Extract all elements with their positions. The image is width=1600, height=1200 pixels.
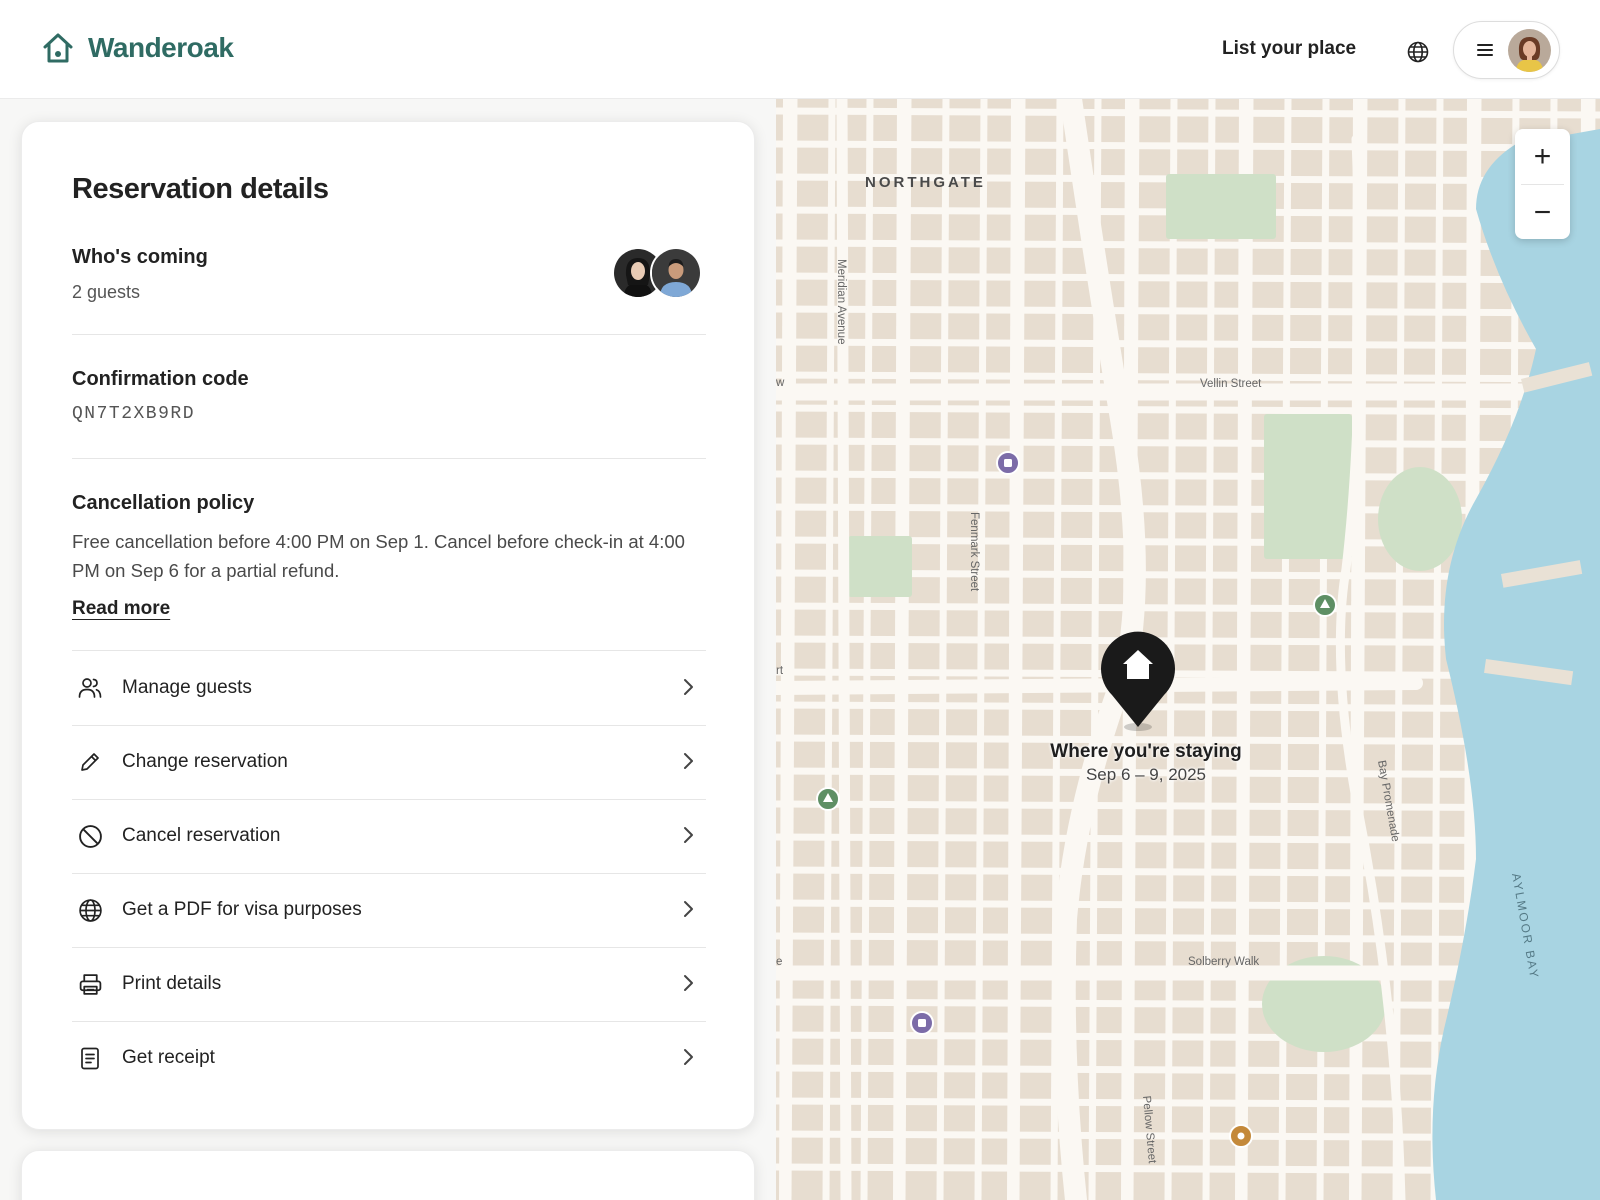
pencil-icon	[75, 747, 105, 777]
zoom-controls: + −	[1515, 129, 1570, 239]
visa-pdf-button[interactable]: Get a PDF for visa purposes	[72, 873, 706, 947]
print-details-button[interactable]: Print details	[72, 947, 706, 1021]
street-label: rt	[776, 665, 784, 677]
food-marker-icon[interactable]	[1229, 1124, 1253, 1148]
park	[848, 536, 912, 597]
cancellation-policy-text: Free cancellation before 4:00 PM on Sep …	[72, 531, 685, 581]
park	[1264, 414, 1352, 559]
home-icon	[43, 33, 73, 63]
brand-name: Wanderoak	[88, 32, 234, 63]
receipt-icon	[75, 1043, 105, 1073]
menu-icon	[1477, 44, 1493, 56]
change-reservation-button[interactable]: Change reservation	[72, 725, 706, 799]
divider	[72, 458, 706, 459]
chevron-right-icon	[684, 753, 693, 769]
language-button[interactable]	[1398, 32, 1438, 72]
brand-logo[interactable]: Wanderoak	[40, 30, 234, 66]
chevron-right-icon	[684, 1049, 693, 1065]
read-more-link[interactable]: Read more	[72, 598, 170, 620]
manage-guests-button[interactable]: Manage guests	[72, 651, 706, 725]
avatar	[650, 247, 702, 299]
cancellation-label: Cancellation policy	[72, 492, 255, 514]
chevron-right-icon	[684, 901, 693, 917]
confirmation-code: QN7T2XB9RD	[72, 404, 196, 424]
chevron-right-icon	[684, 679, 693, 695]
map-view[interactable]: NORTHGATE Meridian Avenue Vellin Street …	[776, 99, 1600, 1200]
action-label: Get a PDF for visa purposes	[122, 899, 362, 920]
action-label: Manage guests	[122, 677, 252, 698]
chevron-right-icon	[684, 827, 693, 843]
action-label: Cancel reservation	[122, 825, 281, 846]
street-label: Solberry Walk	[1188, 956, 1259, 968]
park	[1166, 174, 1276, 239]
cancel-reservation-button[interactable]: Cancel reservation	[72, 799, 706, 873]
top-header: Wanderoak List your place	[0, 0, 1600, 99]
user-menu-button[interactable]	[1453, 21, 1560, 79]
globe-icon	[1407, 41, 1429, 63]
action-label: Print details	[122, 973, 222, 994]
printer-icon	[75, 969, 105, 999]
action-label: Get receipt	[122, 1047, 215, 1068]
street-label: Fenmark Street	[968, 512, 980, 592]
park-marker-icon[interactable]	[1313, 593, 1337, 617]
page-title: Reservation details	[72, 173, 329, 205]
zoom-out-button[interactable]: −	[1515, 185, 1570, 240]
map-canvas[interactable]: NORTHGATE Meridian Avenue Vellin Street …	[776, 99, 1600, 1200]
guest-count: 2 guests	[72, 282, 141, 302]
transit-icon[interactable]	[996, 451, 1020, 475]
reservation-card: Reservation details Who's coming 2 guest…	[21, 121, 755, 1130]
globe-icon	[75, 895, 105, 925]
whos-coming-label: Who's coming	[72, 246, 208, 268]
street-label: w	[776, 377, 785, 389]
users-icon	[75, 673, 105, 703]
street-label: Vellin Street	[1200, 378, 1262, 390]
confirmation-label: Confirmation code	[72, 368, 249, 390]
transit-icon[interactable]	[910, 1011, 934, 1035]
list-your-place-link[interactable]: List your place	[1222, 38, 1356, 60]
get-receipt-button[interactable]: Get receipt	[72, 1021, 706, 1095]
pin-title: Where you're staying	[1050, 741, 1242, 762]
action-label: Change reservation	[122, 751, 288, 772]
secondary-card	[21, 1150, 755, 1200]
pin-dates: Sep 6 – 9, 2025	[1085, 765, 1207, 784]
park-marker-icon[interactable]	[816, 787, 840, 811]
zoom-in-button[interactable]: +	[1515, 129, 1570, 184]
pin-label: Where you're staying Sep 6 – 9, 2025	[1006, 741, 1286, 785]
street-label: e	[776, 956, 782, 968]
chevron-right-icon	[684, 975, 693, 991]
district-label: NORTHGATE	[865, 174, 986, 191]
user-avatar	[1508, 29, 1551, 72]
ban-icon	[75, 821, 105, 851]
divider	[72, 334, 706, 335]
guest-avatars	[612, 247, 712, 299]
park	[1378, 467, 1462, 571]
street-label: Meridian Avenue	[835, 259, 847, 344]
